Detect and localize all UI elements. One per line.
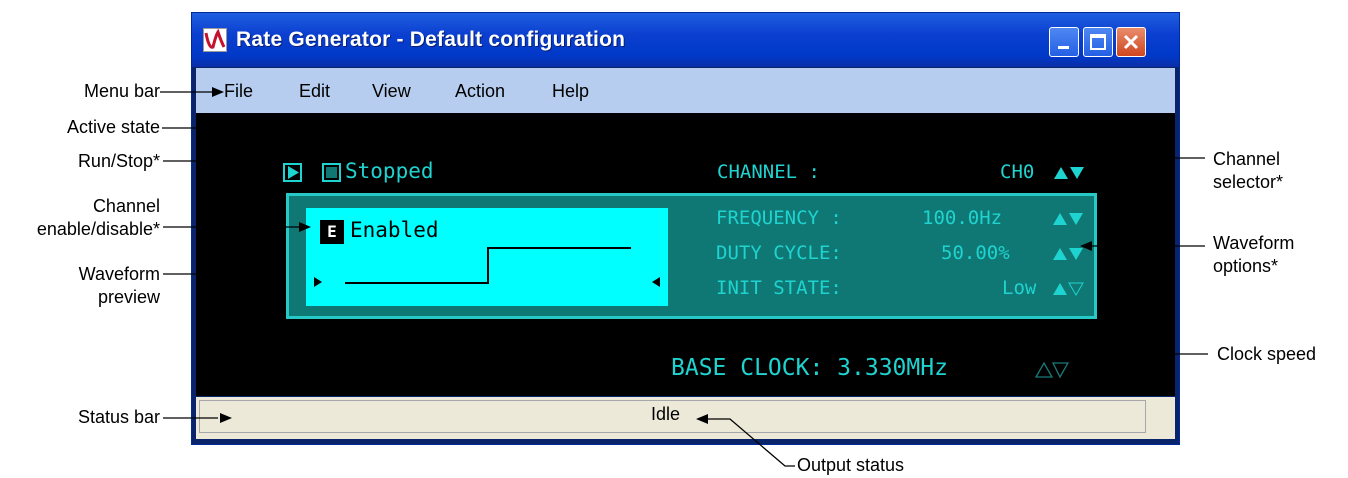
stop-button[interactable] (322, 163, 341, 182)
status-bar: Idle (196, 397, 1175, 439)
label-channel-selector-line2: selector* (1213, 172, 1284, 192)
label-run-stop: Run/Stop* (77, 151, 160, 171)
label-channel-enable: Channel enable/disable* (0, 195, 160, 241)
label-waveform-options-line1: Waveform (1213, 233, 1295, 253)
init-state-label: INIT STATE: (716, 277, 842, 299)
duty-cycle-label: DUTY CYCLE: (716, 242, 842, 264)
channel-selector-arrows[interactable] (1053, 165, 1085, 181)
app-window: Rate Generator - Default configuration F… (191, 12, 1180, 445)
label-menu-bar: Menu bar (83, 81, 160, 101)
close-button[interactable] (1116, 27, 1146, 57)
label-waveform-preview-line2: preview (97, 287, 160, 307)
menu-view[interactable]: View (372, 81, 411, 102)
frequency-label: FREQUENCY : (716, 207, 842, 229)
frequency-value: 100.0Hz (922, 207, 1003, 229)
output-status-text: Idle (651, 404, 681, 424)
label-waveform-preview: Waveform preview (0, 263, 160, 309)
label-waveform-options-line2: options* (1213, 256, 1279, 276)
label-waveform-options: Waveform options* (1213, 232, 1294, 278)
active-state-text: Stopped (345, 159, 434, 183)
channel-label: CHANNEL : (717, 161, 820, 183)
window-title: Rate Generator - Default configuration (236, 28, 626, 51)
duty-cycle-arrows[interactable] (1052, 246, 1084, 262)
label-status-bar: Status bar (77, 407, 160, 427)
clock-speed-arrows[interactable] (1035, 361, 1069, 379)
minimize-button[interactable] (1049, 27, 1079, 57)
waveform-preview: E Enabled (306, 208, 668, 306)
menu-action[interactable]: Action (455, 81, 505, 102)
label-channel-enable-line2: enable/disable* (36, 219, 160, 239)
square-wave-icon (314, 247, 660, 287)
label-clock-speed: Clock speed (1217, 344, 1317, 364)
label-channel-selector: Channel selector* (1213, 148, 1283, 194)
frequency-arrows[interactable] (1052, 211, 1084, 227)
label-channel-enable-line1: Channel (92, 196, 160, 216)
title-bar[interactable]: Rate Generator - Default configuration (192, 13, 1179, 67)
app-logo-icon (203, 28, 227, 52)
channel-value: CH0 (1000, 161, 1035, 183)
label-waveform-preview-line1: Waveform (78, 264, 160, 284)
menu-bar: File Edit View Action Help (196, 68, 1175, 113)
generator-display: Stopped CHANNEL : CH0 E Enabled FREQUENC… (196, 113, 1175, 396)
maximize-button[interactable] (1083, 27, 1113, 57)
label-active-state: Active state (66, 117, 160, 137)
waveform-panel: E Enabled FREQUENCY : 100.0Hz DUTY CYCLE… (286, 193, 1097, 319)
label-output-status: Output status (797, 455, 905, 475)
base-clock-text: BASE CLOCK: 3.330MHz (671, 355, 948, 381)
init-state-value: Low (1002, 277, 1037, 299)
run-button[interactable] (283, 163, 302, 182)
menu-edit[interactable]: Edit (299, 81, 330, 102)
menu-help[interactable]: Help (552, 81, 589, 102)
init-state-arrows[interactable] (1052, 281, 1084, 297)
menu-file[interactable]: File (224, 81, 253, 102)
duty-cycle-value: 50.00% (941, 242, 1010, 264)
label-channel-selector-line1: Channel (1213, 149, 1281, 169)
